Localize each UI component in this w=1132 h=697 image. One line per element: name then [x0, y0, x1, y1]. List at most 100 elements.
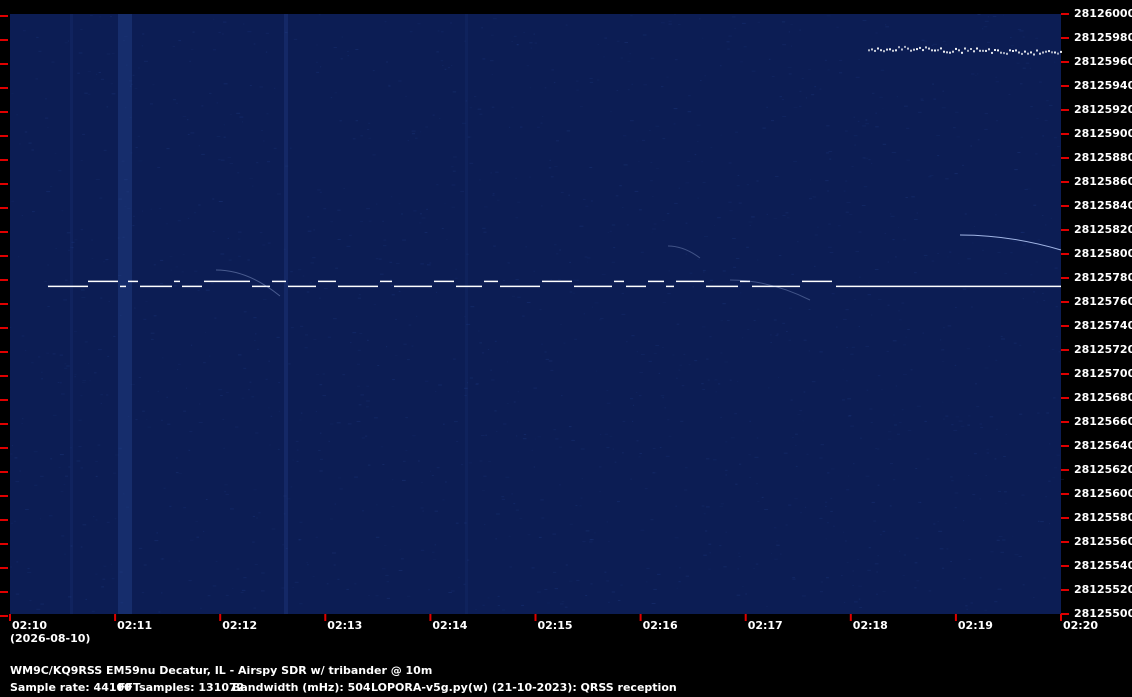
noise-speck: [451, 184, 456, 186]
noise-speck: [842, 369, 844, 371]
noise-speck: [14, 457, 18, 459]
noise-speck: [804, 506, 807, 508]
noise-speck: [725, 469, 728, 471]
noise-speck: [515, 217, 519, 219]
noise-speck: [1043, 300, 1046, 301]
noise-speck: [273, 147, 277, 149]
noise-speck: [427, 589, 430, 591]
noise-speck: [803, 339, 807, 341]
noise-speck: [21, 335, 25, 337]
noise-speck: [1054, 137, 1057, 139]
noise-speck: [572, 292, 576, 294]
noise-speck: [222, 418, 225, 420]
noise-speck: [616, 40, 620, 42]
noise-speck: [795, 433, 798, 435]
noise-speck: [720, 352, 723, 354]
noise-speck: [375, 536, 380, 538]
noise-speck: [893, 414, 895, 416]
noise-speck: [173, 99, 176, 101]
noise-speck: [906, 159, 910, 161]
noise-speck: [585, 595, 588, 596]
noise-speck: [609, 435, 613, 437]
noise-speck: [513, 503, 516, 505]
noise-speck: [185, 387, 187, 389]
noise-speck: [636, 392, 638, 393]
noise-speck: [277, 193, 281, 195]
noise-speck: [846, 201, 851, 203]
freq-label: 28125620: [1074, 463, 1132, 476]
dotted-trace-dot: [943, 50, 945, 53]
noise-speck: [954, 492, 959, 494]
noise-speck: [918, 111, 922, 113]
noise-speck: [254, 340, 256, 342]
noise-speck: [454, 277, 458, 279]
noise-speck: [390, 285, 393, 286]
noise-speck: [858, 598, 861, 600]
noise-speck: [955, 111, 959, 113]
noise-speck: [523, 434, 527, 435]
dotted-trace-dot: [874, 49, 876, 52]
noise-speck: [576, 279, 579, 281]
noise-speck: [624, 42, 628, 43]
noise-speck: [902, 239, 907, 241]
noise-speck: [319, 432, 322, 434]
noise-speck: [574, 338, 578, 340]
noise-speck: [449, 22, 453, 24]
noise-speck: [429, 262, 432, 264]
noise-speck: [218, 159, 221, 161]
noise-speck: [944, 44, 947, 46]
noise-speck: [757, 308, 760, 310]
noise-speck: [706, 458, 710, 460]
noise-speck: [517, 391, 519, 393]
noise-speck: [1057, 146, 1060, 147]
noise-speck: [60, 382, 62, 384]
noise-speck: [888, 431, 892, 433]
noise-speck: [897, 226, 899, 228]
noise-speck: [849, 214, 853, 215]
noise-speck: [307, 230, 312, 232]
noise-speck: [902, 574, 905, 576]
noise-speck: [828, 151, 833, 152]
noise-speck: [36, 608, 41, 610]
dotted-trace-dot: [988, 48, 990, 51]
noise-speck: [846, 562, 849, 563]
noise-speck: [1045, 496, 1047, 498]
dotted-trace-dot: [997, 49, 999, 52]
noise-speck: [920, 100, 924, 101]
noise-speck: [926, 458, 930, 460]
noise-speck: [1056, 454, 1060, 456]
noise-speck: [590, 583, 593, 585]
noise-speck: [296, 460, 299, 462]
noise-speck: [241, 121, 244, 123]
noise-speck: [799, 29, 802, 31]
noise-speck: [460, 190, 465, 192]
noise-speck: [190, 344, 193, 346]
noise-speck: [491, 106, 495, 108]
noise-speck: [548, 167, 552, 169]
noise-speck: [827, 472, 830, 474]
noise-speck: [322, 395, 326, 397]
noise-speck: [876, 571, 878, 573]
dotted-trace-dot: [961, 51, 963, 54]
time-label: 02:10: [12, 619, 48, 632]
noise-speck: [590, 539, 594, 541]
noise-speck: [945, 178, 949, 180]
noise-speck: [831, 468, 835, 470]
noise-speck: [259, 86, 263, 88]
noise-speck: [701, 161, 703, 163]
noise-speck: [781, 21, 786, 23]
noise-speck: [995, 214, 997, 216]
noise-speck: [879, 96, 883, 98]
noise-speck: [21, 215, 23, 217]
noise-speck: [778, 255, 782, 256]
noise-speck: [333, 318, 337, 320]
noise-speck: [569, 291, 573, 293]
noise-speck: [528, 176, 532, 178]
noise-speck: [95, 179, 100, 180]
noise-speck: [1005, 433, 1008, 435]
noise-speck: [440, 60, 444, 62]
noise-speck: [877, 555, 879, 557]
noise-speck: [674, 14, 676, 15]
noise-speck: [137, 135, 140, 137]
noise-speck: [382, 220, 384, 222]
